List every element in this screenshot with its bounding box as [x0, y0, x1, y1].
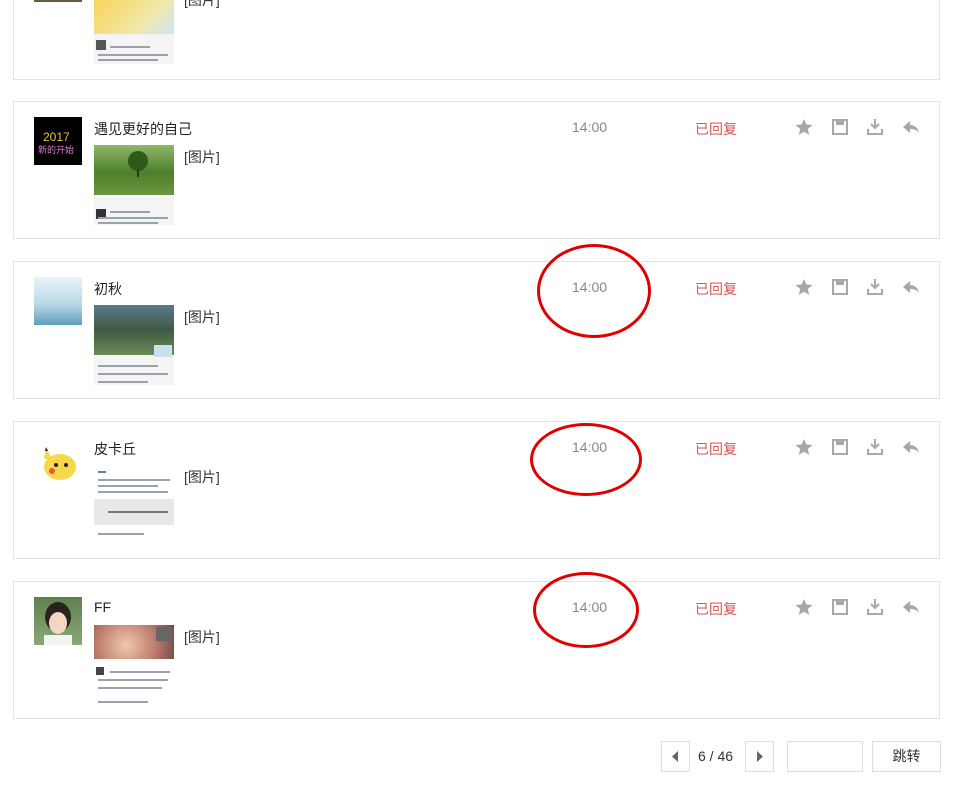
message-thumbnail[interactable] [94, 0, 174, 64]
page-jump-input[interactable] [787, 741, 863, 772]
reply-icon[interactable] [901, 437, 921, 457]
save-icon[interactable] [830, 437, 850, 457]
svg-text:2017: 2017 [43, 130, 70, 144]
status-replied: 已回复 [695, 121, 737, 137]
status-replied: 已回复 [695, 281, 737, 297]
save-icon[interactable] [830, 277, 850, 297]
message-card[interactable]: FF [图片] 14:00 已回复 [13, 581, 940, 719]
prev-page-button[interactable] [661, 741, 690, 772]
message-card-partial[interactable]: [图片] [13, 0, 940, 80]
reply-icon[interactable] [901, 277, 921, 297]
save-icon[interactable] [830, 117, 850, 137]
message-type-label: [图片] [184, 309, 220, 325]
message-thumbnail[interactable] [94, 465, 174, 545]
page-indicator: 6 / 46 [698, 748, 734, 764]
message-card[interactable]: 2017 新的开始 遇见更好的自己 [图片] 14:00 已回复 [13, 101, 940, 239]
message-time: 14:00 [572, 439, 608, 455]
reply-icon[interactable] [901, 597, 921, 617]
sender-name[interactable]: 皮卡丘 [94, 439, 136, 459]
message-type-label: [图片] [184, 629, 220, 645]
message-time: 14:00 [572, 599, 608, 615]
message-type-label: [图片] [184, 149, 220, 165]
message-thumbnail[interactable] [94, 625, 174, 705]
sender-name[interactable]: FF [94, 599, 111, 615]
status-replied: 已回复 [695, 601, 737, 617]
jump-button[interactable]: 跳转 [872, 741, 941, 772]
star-icon[interactable] [794, 437, 814, 457]
sender-name[interactable]: 遇见更好的自己 [94, 119, 192, 139]
avatar [34, 0, 82, 2]
star-icon[interactable] [794, 597, 814, 617]
message-type-label: [图片] [184, 0, 220, 8]
message-thumbnail[interactable] [94, 145, 174, 225]
message-thumbnail[interactable] [94, 305, 174, 385]
svg-text:新的开始: 新的开始 [38, 144, 74, 156]
avatar [34, 597, 82, 645]
download-icon[interactable] [865, 277, 885, 297]
star-icon[interactable] [794, 277, 814, 297]
avatar [34, 437, 82, 485]
save-icon[interactable] [830, 597, 850, 617]
download-icon[interactable] [865, 117, 885, 137]
sender-name[interactable]: 初秋 [94, 279, 122, 299]
status-replied: 已回复 [695, 441, 737, 457]
message-card[interactable]: 皮卡丘 [图片] 14:00 已回复 [13, 421, 940, 559]
message-type-label: [图片] [184, 469, 220, 485]
message-time: 14:00 [572, 279, 608, 295]
avatar [34, 277, 82, 325]
message-time: 14:00 [572, 119, 608, 135]
download-icon[interactable] [865, 437, 885, 457]
avatar: 2017 新的开始 [34, 117, 82, 165]
star-icon[interactable] [794, 117, 814, 137]
message-card[interactable]: 初秋 [图片] 14:00 已回复 [13, 261, 940, 399]
download-icon[interactable] [865, 597, 885, 617]
next-page-button[interactable] [745, 741, 774, 772]
reply-icon[interactable] [901, 117, 921, 137]
